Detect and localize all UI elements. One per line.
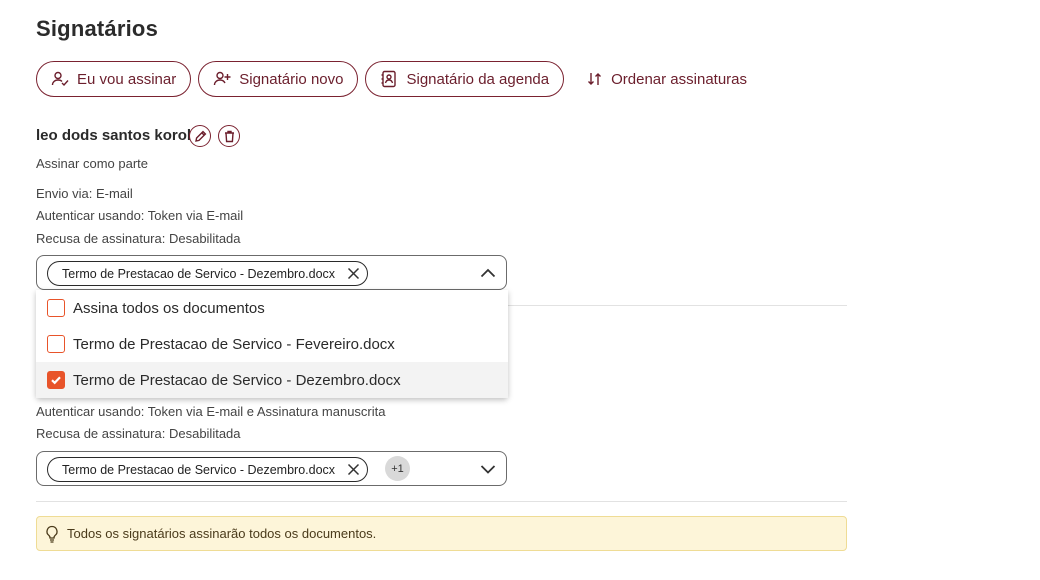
autenticar-usando: Autenticar usando: Token via E-mail	[36, 208, 244, 223]
document-select[interactable]: Termo de Prestacao de Servico - Dezembro…	[36, 255, 507, 290]
recusa-assinatura-2: Recusa de assinatura: Desabilitada	[36, 426, 241, 441]
sort-icon	[588, 73, 602, 85]
option-assina-todos[interactable]: Assina todos os documentos	[36, 290, 508, 326]
option-fevereiro[interactable]: Termo de Prestacao de Servico - Fevereir…	[36, 326, 508, 362]
checkbox[interactable]	[47, 299, 65, 317]
option-label: Termo de Prestacao de Servico - Fevereir…	[73, 335, 395, 353]
ordenar-assinaturas-button[interactable]: Ordenar assinaturas	[571, 61, 747, 97]
pencil-icon	[194, 130, 206, 142]
document-dropdown-menu: Assina todos os documentos Termo de Pres…	[36, 290, 508, 398]
remove-document-button-2[interactable]	[347, 463, 360, 476]
info-message: Todos os signatários assinarão todos os …	[67, 526, 377, 541]
signer-name: leo dods santos korol	[36, 127, 192, 144]
document-chip-label: Termo de Prestacao de Servico - Dezembro…	[62, 266, 336, 281]
option-label: Termo de Prestacao de Servico - Dezembro…	[73, 371, 401, 389]
autenticar-usando-2: Autenticar usando: Token via E-mail e As…	[36, 404, 386, 419]
user-check-icon	[51, 71, 69, 87]
signatario-agenda-button[interactable]: Signatário da agenda	[365, 61, 565, 97]
eu-vou-assinar-button[interactable]: Eu vou assinar	[36, 61, 192, 97]
edit-signer-button[interactable]	[189, 125, 211, 147]
signer-role: Assinar como parte	[36, 156, 148, 171]
ordenar-assinaturas-label: Ordenar assinaturas	[611, 70, 748, 88]
eu-vou-assinar-label: Eu vou assinar	[77, 70, 177, 88]
signatario-novo-button[interactable]: Signatário novo	[198, 61, 359, 97]
option-label: Assina todos os documentos	[73, 299, 265, 317]
close-icon	[348, 267, 360, 280]
dropdown-toggle-2[interactable]	[480, 462, 496, 476]
contact-book-icon	[381, 70, 397, 88]
recusa-assinatura: Recusa de assinatura: Desabilitada	[36, 231, 241, 246]
remove-document-button[interactable]	[347, 267, 360, 280]
action-toolbar: Eu vou assinar Signatário novo Signatári…	[36, 61, 747, 97]
dropdown-toggle[interactable]	[480, 266, 496, 280]
trash-icon	[224, 130, 234, 142]
document-select-2[interactable]: Termo de Prestacao de Servico - Dezembro…	[36, 451, 507, 486]
chevron-down-icon	[480, 465, 496, 474]
more-documents-badge: +1	[385, 456, 410, 481]
checkbox[interactable]	[47, 335, 65, 353]
checkbox-checked[interactable]	[47, 371, 65, 389]
page-title: Signatários	[36, 16, 159, 41]
signatario-agenda-label: Signatário da agenda	[406, 70, 550, 88]
info-banner: Todos os signatários assinarão todos os …	[36, 516, 847, 551]
option-dezembro[interactable]: Termo de Prestacao de Servico - Dezembro…	[36, 362, 508, 398]
envio-via: Envio via: E-mail	[36, 186, 133, 201]
document-chip-2: Termo de Prestacao de Servico - Dezembro…	[47, 457, 369, 482]
document-chip: Termo de Prestacao de Servico - Dezembro…	[47, 261, 369, 286]
check-icon	[51, 376, 61, 385]
signatario-novo-label: Signatário novo	[239, 70, 344, 88]
document-chip-label-2: Termo de Prestacao de Servico - Dezembro…	[62, 462, 336, 477]
close-icon	[348, 463, 360, 476]
delete-signer-button[interactable]	[218, 125, 240, 147]
user-plus-icon	[214, 71, 231, 86]
divider-2	[36, 501, 847, 502]
chevron-up-icon	[480, 268, 496, 278]
lightbulb-icon	[46, 525, 58, 543]
